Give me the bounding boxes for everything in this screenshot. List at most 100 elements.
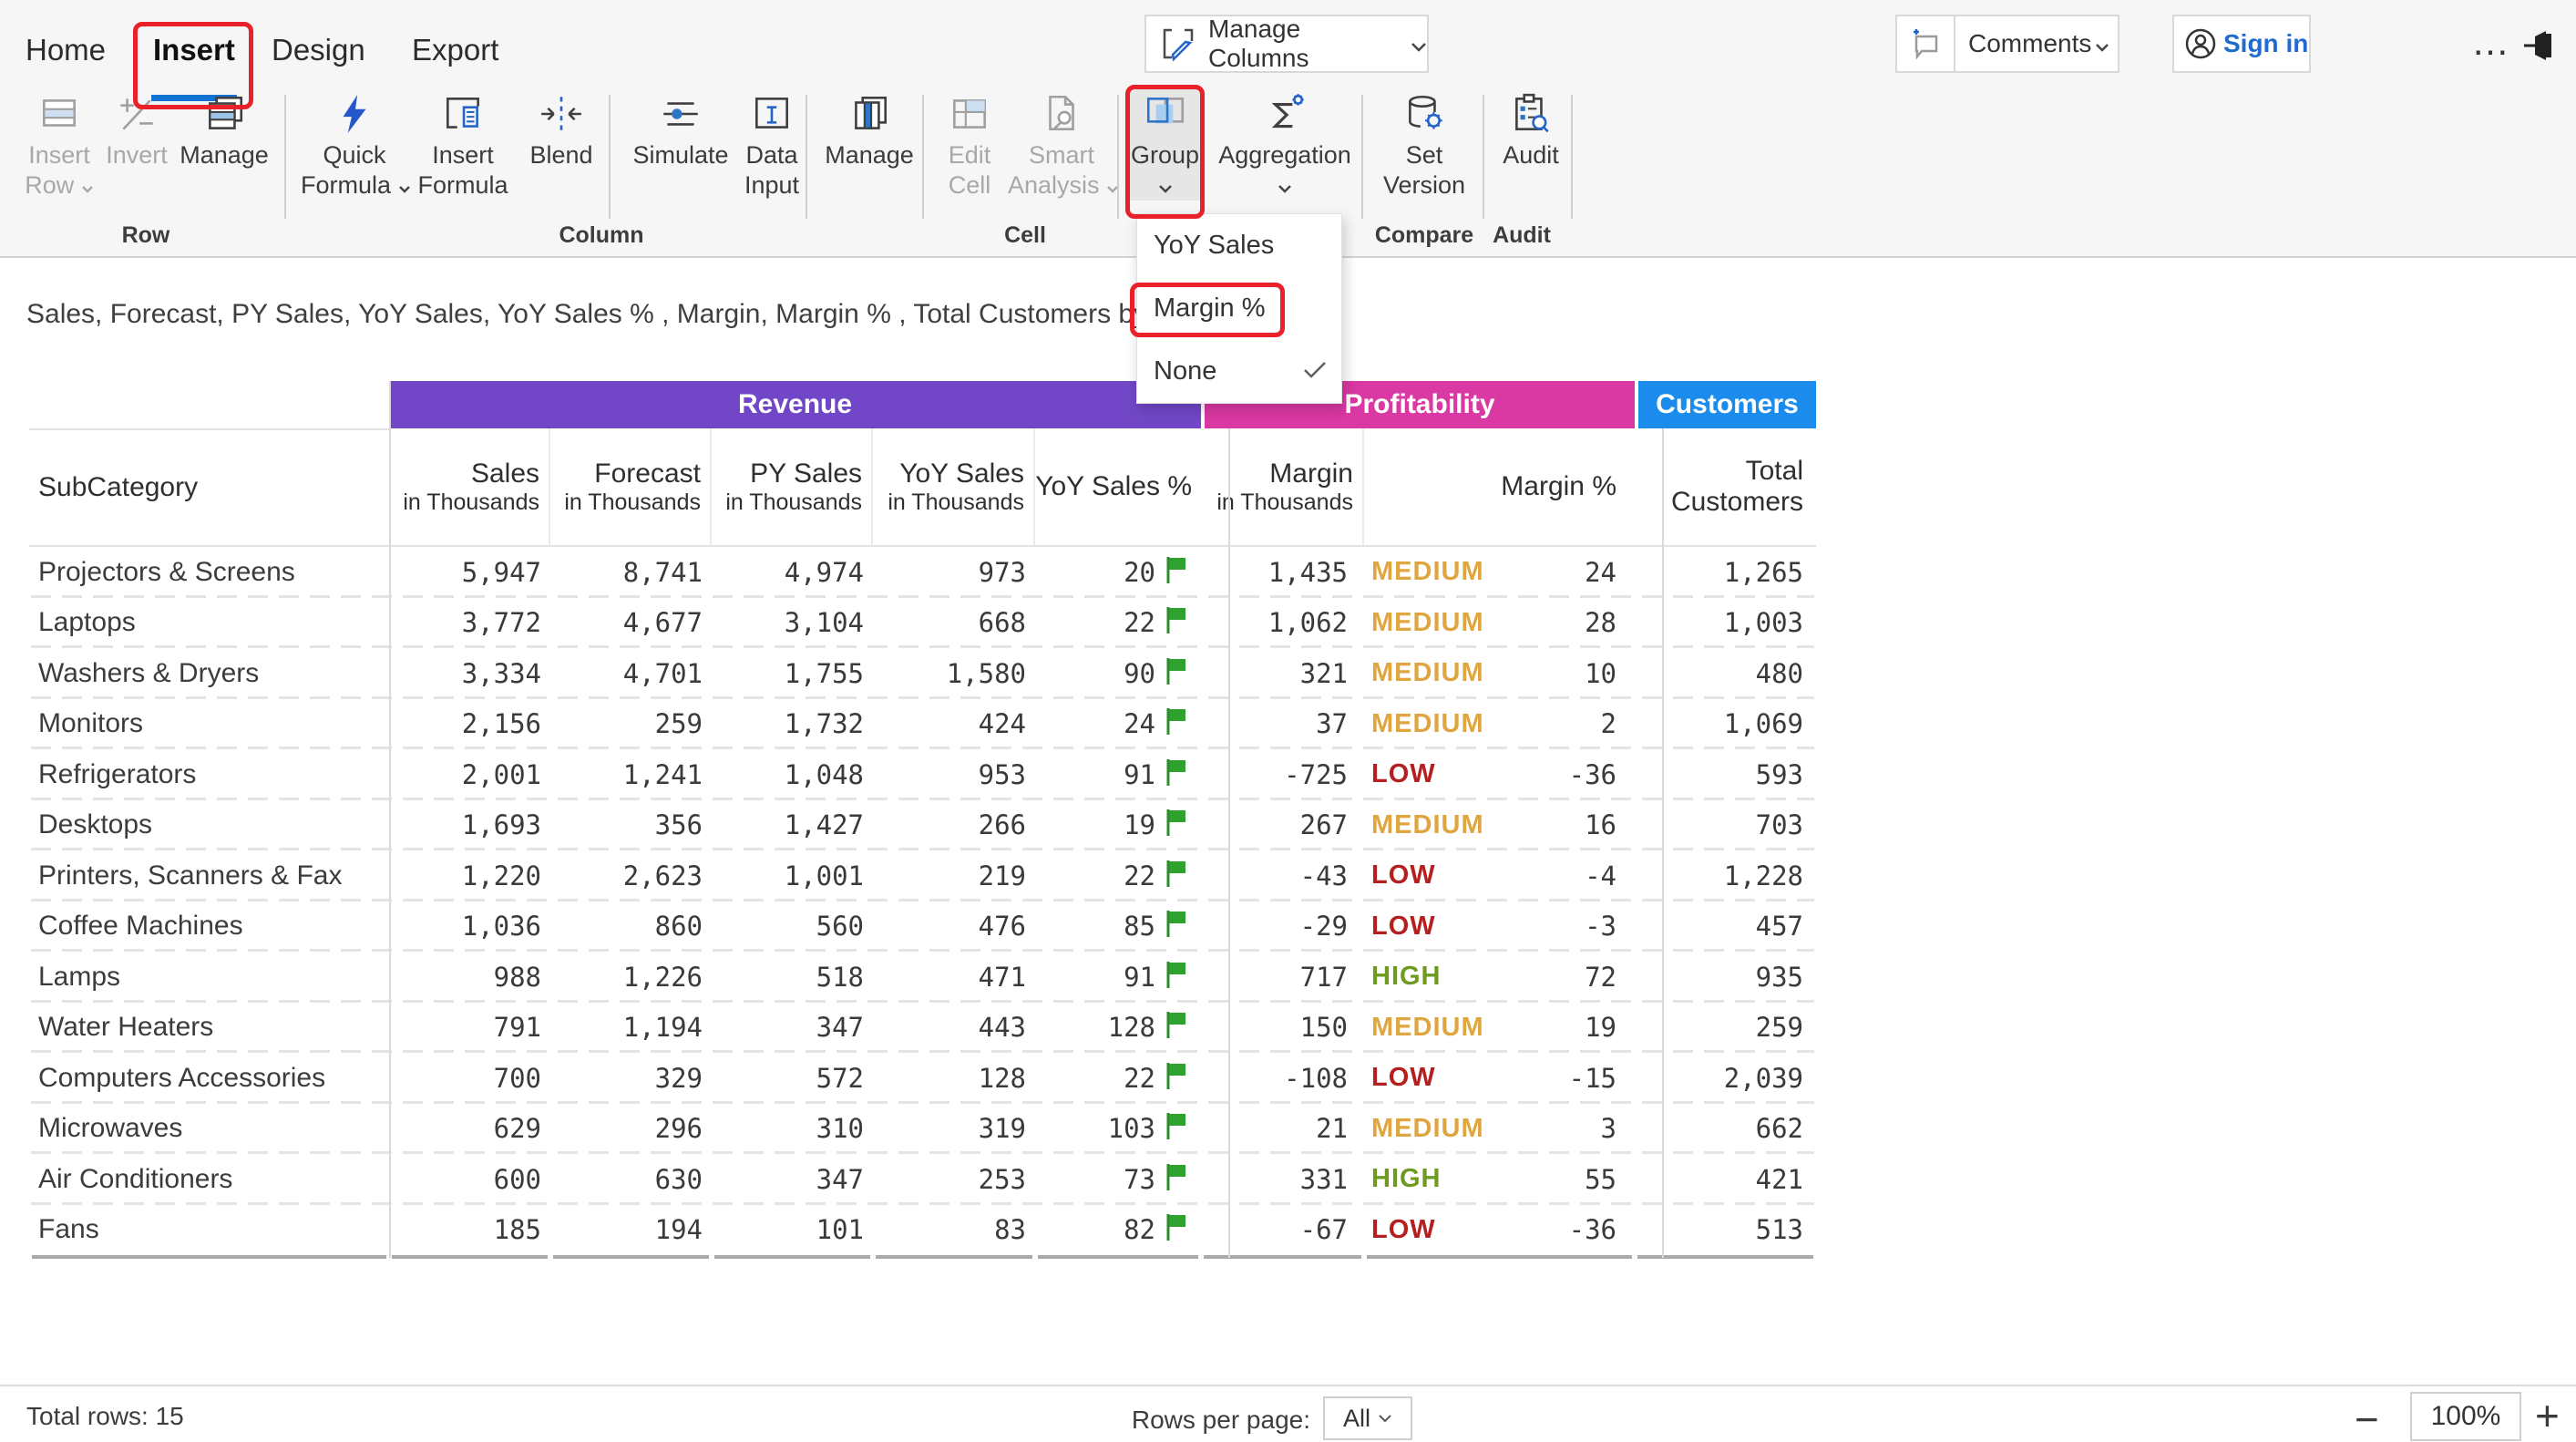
margin-pct-cell: MEDIUM2: [1364, 708, 1635, 739]
column-header-yoy-sales-pct[interactable]: YoY Sales %: [1035, 428, 1201, 545]
manage-columns-icon: [1159, 25, 1197, 63]
yoy-sales-pct-cell: 22: [1035, 1062, 1201, 1095]
table-row[interactable]: Projectors & Screens5,9478,7414,97497320…: [29, 547, 1816, 598]
yoy-sales-pct-cell: 91: [1035, 758, 1201, 791]
table-row[interactable]: Computers Accessories70032957212822-108L…: [29, 1053, 1816, 1104]
blend-button[interactable]: Blend: [525, 88, 598, 170]
margin-pct-cell: LOW-3: [1364, 911, 1635, 942]
forecast-value: 8,741: [550, 557, 712, 588]
sigma-gear-icon: [1212, 88, 1358, 140]
flag-icon: [1155, 1213, 1186, 1246]
py-sales-value: 310: [712, 1113, 873, 1144]
table-row[interactable]: Monitors2,1562591,7324242437MEDIUM21,069: [29, 699, 1816, 750]
yoy-sales-pct-cell: 82: [1035, 1213, 1201, 1246]
annotation-box-group-button: [1125, 85, 1205, 219]
sign-in-button[interactable]: Sign in: [2172, 15, 2311, 73]
margin-level-badge: LOW: [1364, 1215, 1569, 1245]
margin-level-badge: LOW: [1364, 1063, 1569, 1093]
sales-value: 629: [389, 1113, 550, 1144]
column-header-margin[interactable]: Marginin Thousands: [1201, 428, 1364, 545]
edit-cell-button[interactable]: EditCell: [937, 88, 1002, 201]
manage-columns-toolbar-button[interactable]: Manage: [820, 88, 919, 170]
audit-button[interactable]: Audit: [1494, 88, 1567, 170]
insert-formula-button[interactable]: InsertFormula: [412, 88, 514, 201]
yoy-sales-value: 1,580: [873, 658, 1035, 689]
table-row[interactable]: Laptops3,7724,6773,104668221,062MEDIUM28…: [29, 598, 1816, 649]
rows-per-page-label: Rows per page:: [1084, 1406, 1310, 1435]
table-row[interactable]: Washers & Dryers3,3344,7011,7551,5809032…: [29, 648, 1816, 699]
table-row[interactable]: Water Heaters7911,194347443128150MEDIUM1…: [29, 1003, 1816, 1054]
insert-row-button[interactable]: Insert Row: [18, 88, 100, 201]
quick-formula-button[interactable]: Quick Formula: [301, 88, 408, 201]
margin-pct-value: 19: [1585, 1012, 1635, 1043]
tab-design[interactable]: Design: [272, 33, 365, 67]
column-header-py-sales[interactable]: PY Salesin Thousands: [712, 428, 873, 545]
toolbar-separator: [609, 95, 611, 219]
insert-row-icon: [18, 88, 100, 140]
rows-per-page-select[interactable]: All: [1323, 1396, 1412, 1440]
forecast-value: 296: [550, 1113, 712, 1144]
margin-value: 717: [1201, 962, 1364, 993]
table-vertical-separator: [1228, 428, 1230, 1258]
margin-value: 21: [1201, 1113, 1364, 1144]
comments-button[interactable]: Comments: [1895, 15, 2119, 73]
manage-columns-button[interactable]: Manage Columns: [1144, 15, 1429, 73]
yoy-sales-value: 953: [873, 759, 1035, 790]
py-sales-value: 347: [712, 1012, 873, 1043]
group-caption-audit: Audit: [1467, 222, 1576, 249]
table-row[interactable]: Lamps9881,22651847191717HIGH72935: [29, 952, 1816, 1003]
report-title: Sales, Forecast, PY Sales, YoY Sales, Yo…: [26, 299, 1188, 330]
manage-columns-stack-icon: [820, 88, 919, 140]
zoom-out-button[interactable]: −: [2355, 1398, 2379, 1440]
yoy-sales-value: 83: [873, 1214, 1035, 1245]
row-label: Desktops: [29, 809, 389, 840]
yoy-sales-pct-value: 128: [1108, 1012, 1155, 1043]
yoy-sales-pct-value: 20: [1124, 557, 1155, 588]
margin-pct-value: 24: [1585, 557, 1635, 588]
pin-icon[interactable]: [2522, 27, 2562, 68]
sales-value: 1,220: [389, 860, 550, 891]
column-header-forecast[interactable]: Forecastin Thousands: [550, 428, 712, 545]
yoy-sales-value: 319: [873, 1113, 1035, 1144]
table-row[interactable]: Printers, Scanners & Fax1,2202,6231,0012…: [29, 850, 1816, 901]
smart-analysis-button[interactable]: Smart Analysis: [1008, 88, 1115, 201]
sales-value: 600: [389, 1164, 550, 1195]
menu-item-none[interactable]: None: [1137, 340, 1341, 403]
table-bottom-border: [29, 1255, 1816, 1259]
tab-home[interactable]: Home: [26, 33, 106, 67]
table-row[interactable]: Coffee Machines1,03686056047685-29LOW-34…: [29, 901, 1816, 953]
aggregation-button[interactable]: Aggregation: [1212, 88, 1358, 201]
flag-icon: [1155, 1011, 1186, 1044]
zoom-in-button[interactable]: +: [2535, 1395, 2560, 1437]
simulate-button[interactable]: Simulate: [627, 88, 734, 170]
column-header-sales[interactable]: Salesin Thousands: [389, 428, 550, 545]
yoy-sales-value: 253: [873, 1164, 1035, 1195]
column-header-yoy-sales[interactable]: YoY Salesin Thousands: [873, 428, 1035, 545]
data-input-button[interactable]: DataInput: [740, 88, 804, 201]
column-header-subcategory[interactable]: SubCategory: [29, 428, 389, 545]
table-row[interactable]: Microwaves62929631031910321MEDIUM3662: [29, 1104, 1816, 1155]
forecast-value: 860: [550, 911, 712, 942]
margin-level-badge: MEDIUM: [1364, 709, 1601, 739]
py-sales-value: 1,048: [712, 759, 873, 790]
sales-value: 1,693: [389, 809, 550, 840]
menu-item-yoy-sales[interactable]: YoY Sales: [1137, 214, 1341, 277]
sales-value: 700: [389, 1063, 550, 1094]
more-options-button[interactable]: …: [2471, 20, 2512, 64]
table-vertical-separator: [389, 381, 391, 1258]
column-header-margin-pct[interactable]: Margin %: [1364, 428, 1635, 545]
toolbar-separator: [284, 95, 286, 219]
table-row[interactable]: Refrigerators2,0011,2411,04895391-725LOW…: [29, 749, 1816, 800]
margin-pct-value: 10: [1585, 658, 1635, 689]
margin-pct-cell: MEDIUM10: [1364, 658, 1635, 689]
table-row[interactable]: Desktops1,6933561,42726619267MEDIUM16703: [29, 800, 1816, 851]
set-version-button[interactable]: SetVersion: [1374, 88, 1474, 201]
margin-pct-value: 16: [1585, 809, 1635, 840]
zoom-level-value[interactable]: 100%: [2410, 1392, 2521, 1441]
toolbar-separator: [1117, 95, 1119, 219]
flag-icon: [1155, 556, 1186, 589]
tab-export[interactable]: Export: [412, 33, 498, 67]
row-label: Fans: [29, 1214, 389, 1245]
table-row[interactable]: Fans1851941018382-67LOW-36513: [29, 1205, 1816, 1256]
table-row[interactable]: Air Conditioners60063034725373331HIGH554…: [29, 1154, 1816, 1205]
